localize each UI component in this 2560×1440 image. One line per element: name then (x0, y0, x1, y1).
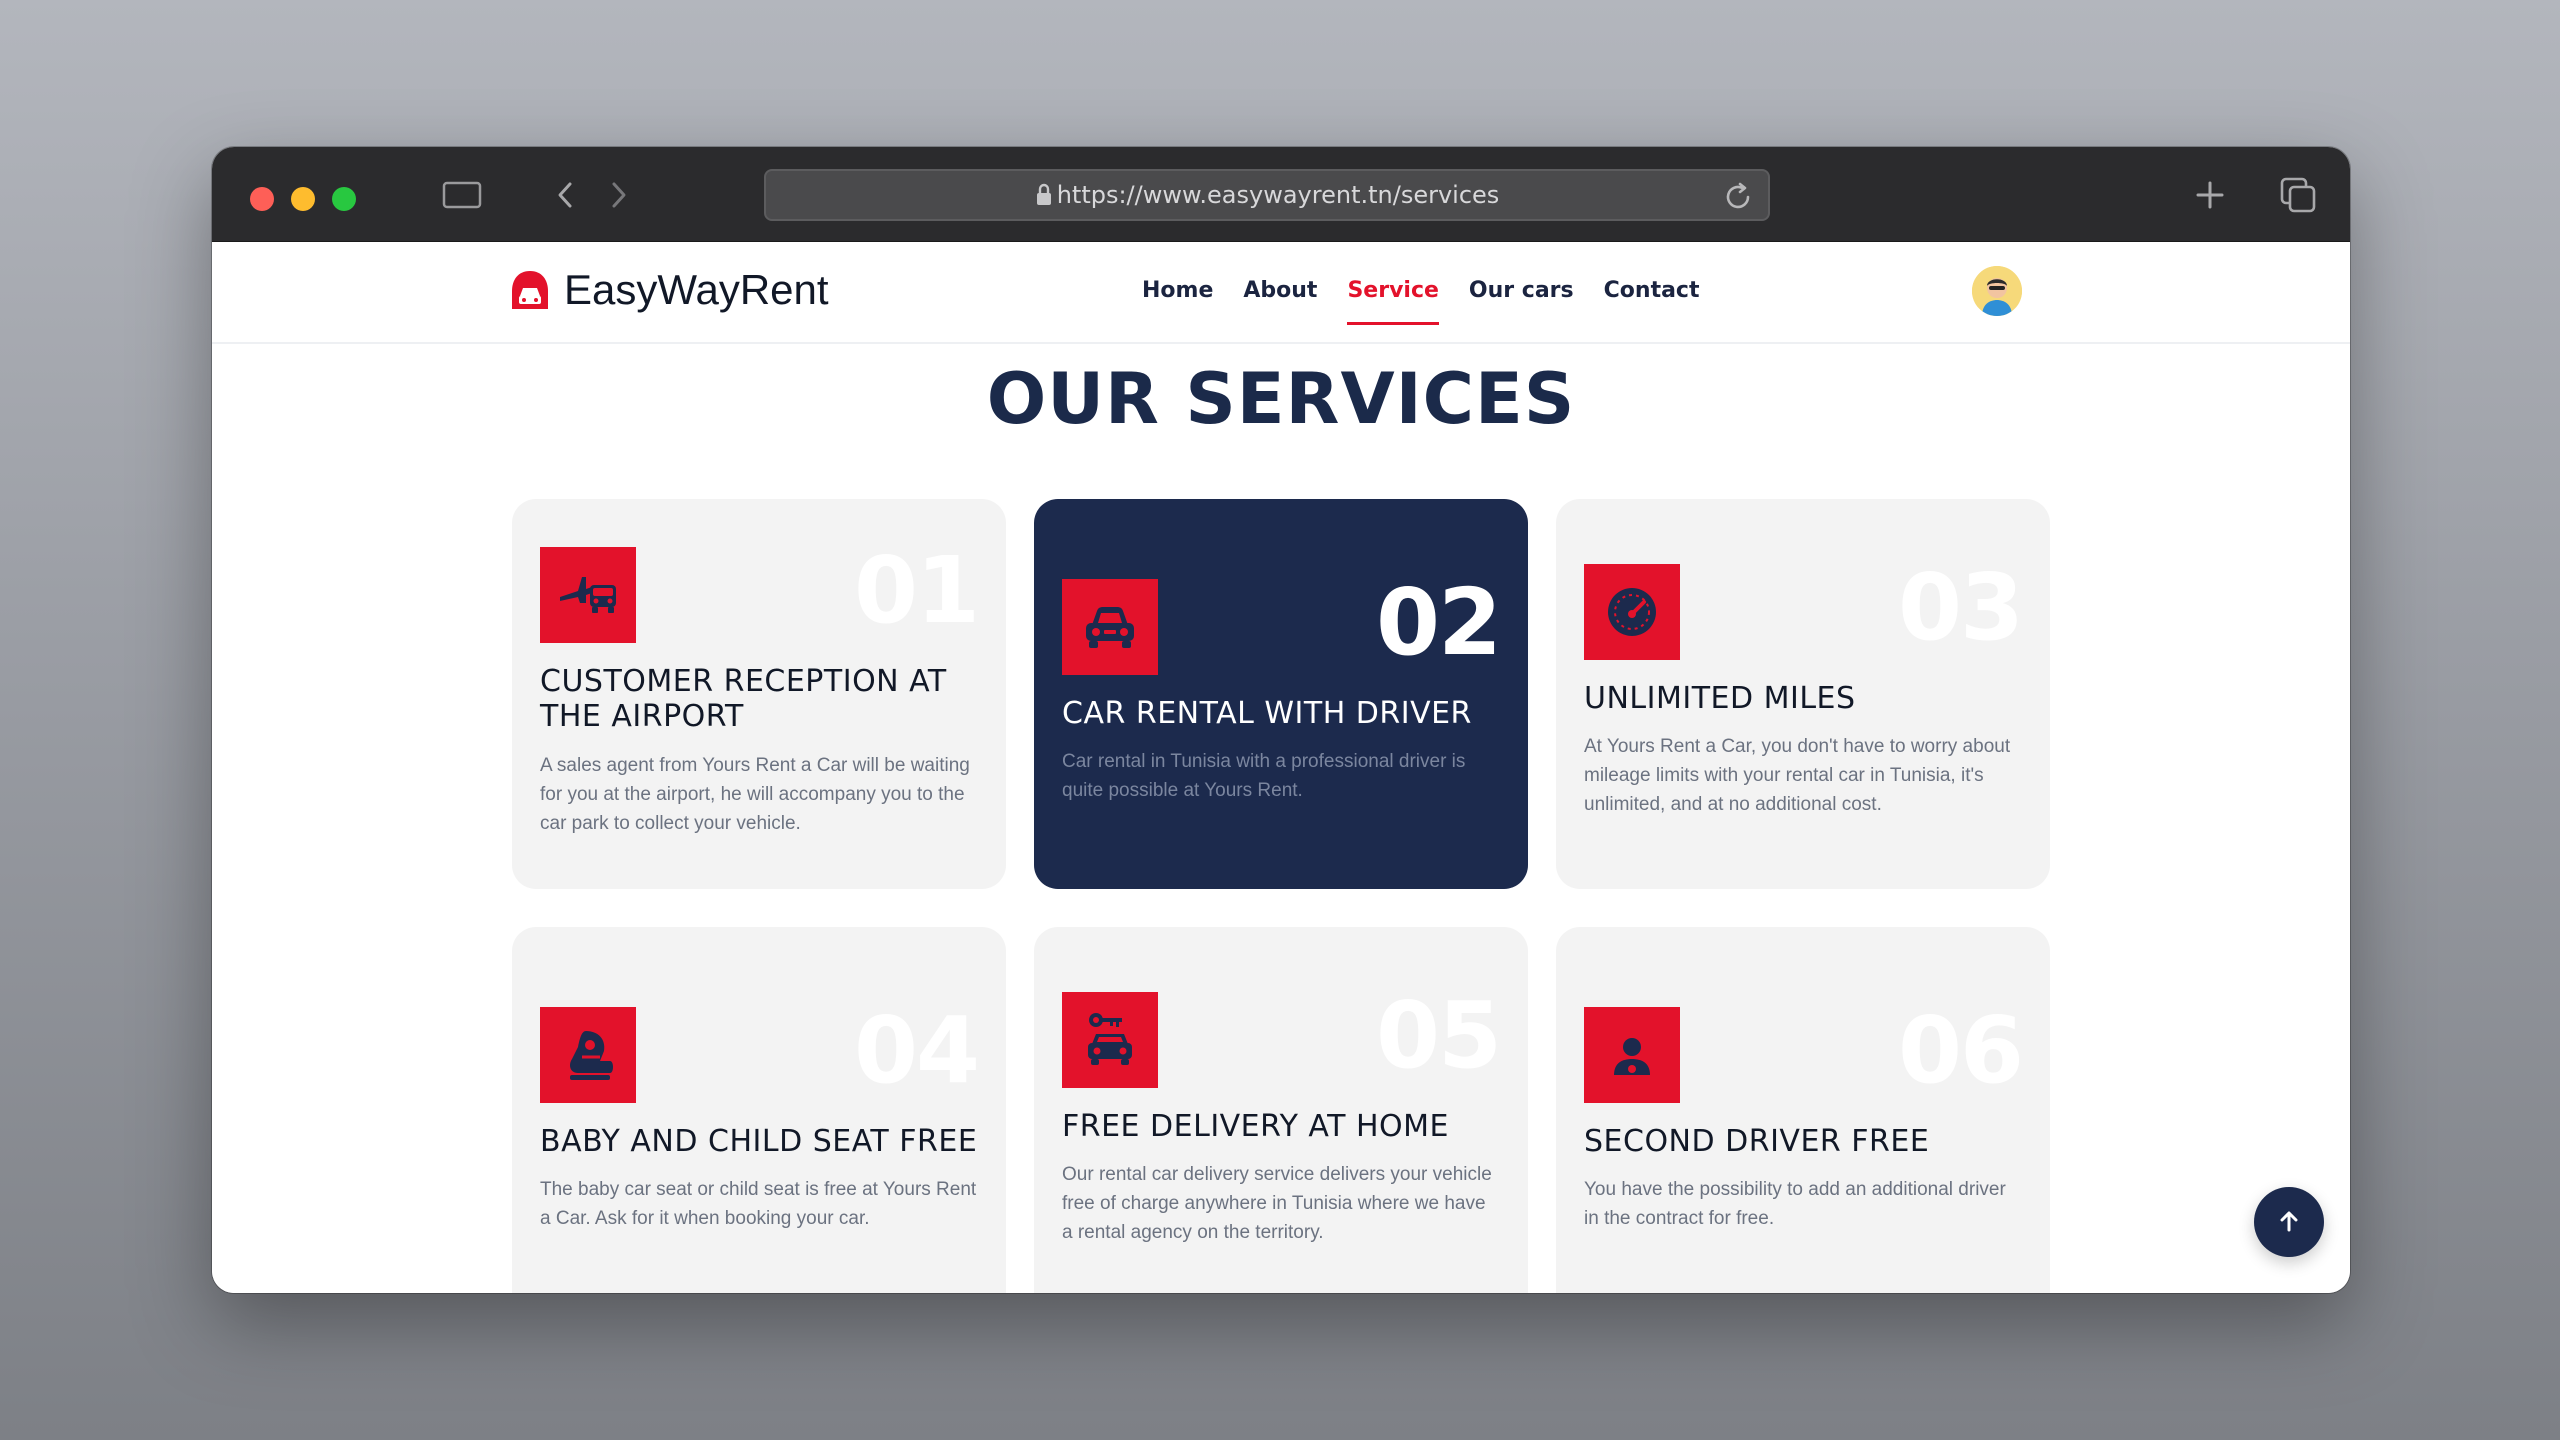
maximize-window-button[interactable] (332, 187, 356, 211)
service-description: You have the possibility to add an addit… (1584, 1179, 2006, 1229)
service-card-driver: 02 CAR RENTAL WITH DRIVER Car rental in … (1034, 499, 1528, 889)
lock-icon (1035, 183, 1053, 207)
nav-service[interactable]: Service (1347, 278, 1440, 325)
user-avatar[interactable] (1972, 266, 2022, 316)
service-card-delivery: 05 FREE DELIVERY AT HOME Our rental car … (1034, 927, 1528, 1293)
service-title: CUSTOMER RECEPTION AT THE AIRPORT (540, 664, 947, 734)
close-window-button[interactable] (250, 187, 274, 211)
tab-overview-icon[interactable] (2276, 175, 2320, 215)
minimize-window-button[interactable] (291, 187, 315, 211)
service-number: 02 (1375, 569, 1502, 676)
car-logo-icon (512, 271, 548, 309)
service-title: CAR RENTAL WITH DRIVER (1062, 696, 1472, 731)
airport-car-icon (540, 547, 636, 643)
service-number: 06 (1897, 997, 2024, 1104)
speedometer-icon (1584, 564, 1680, 660)
new-tab-plus-icon[interactable] (2190, 175, 2230, 215)
car-key-icon (1062, 992, 1158, 1088)
service-description: The baby car seat or child seat is free … (540, 1179, 977, 1229)
web-page: EasyWayRent Home About Service Our cars … (212, 242, 2350, 1293)
service-title: SECOND DRIVER FREE (1584, 1124, 1930, 1159)
service-description: Our rental car delivery service delivers… (1062, 1164, 1492, 1243)
nav-contact[interactable]: Contact (1604, 278, 1700, 323)
browser-titlebar: https://www.easywayrent.tn/services (212, 147, 2350, 242)
service-number: 05 (1375, 982, 1502, 1089)
address-url-text: https://www.easywayrent.tn/services (1056, 181, 1500, 209)
service-number: 04 (853, 997, 980, 1104)
brand-logo[interactable]: EasyWayRent (510, 266, 829, 314)
sidebar-toggle-icon[interactable] (440, 175, 484, 215)
nav-home[interactable]: Home (1142, 278, 1213, 323)
service-card-miles: 03 UNLIMITED MILES At Yours Rent a Car, … (1556, 499, 2050, 889)
back-arrow-icon[interactable] (550, 175, 580, 215)
service-description: At Yours Rent a Car, you don't have to w… (1584, 736, 2011, 815)
nav-about[interactable]: About (1243, 278, 1317, 323)
car-front-icon (1062, 579, 1158, 675)
services-heading: OUR SERVICES (986, 358, 1576, 440)
browser-window: https://www.easywayrent.tn/services Easy… (212, 147, 2350, 1293)
reload-icon[interactable] (1722, 181, 1754, 219)
main-nav: Home About Service Our cars Contact (1142, 278, 1700, 325)
service-number: 03 (1897, 554, 2024, 661)
forward-arrow-icon[interactable] (604, 175, 634, 215)
service-description: A sales agent from Yours Rent a Car will… (540, 755, 970, 834)
arrow-up-icon (2280, 1211, 2298, 1232)
address-bar[interactable]: https://www.easywayrent.tn/services (764, 169, 1770, 221)
scroll-to-top-button[interactable] (2254, 1187, 2324, 1257)
service-title: BABY AND CHILD SEAT FREE (540, 1124, 978, 1159)
service-number: 01 (853, 537, 980, 644)
service-title: UNLIMITED MILES (1584, 681, 1856, 716)
baby-seat-icon (540, 1007, 636, 1103)
driver-icon (1584, 1007, 1680, 1103)
service-card-airport: 01 CUSTOMER RECEPTION AT THE AIRPORT A s… (512, 499, 1006, 889)
nav-our-cars[interactable]: Our cars (1469, 278, 1574, 323)
service-card-baby-seat: 04 BABY AND CHILD SEAT FREE The baby car… (512, 927, 1006, 1293)
service-title: FREE DELIVERY AT HOME (1062, 1109, 1449, 1144)
service-description: Car rental in Tunisia with a professiona… (1062, 751, 1466, 801)
service-card-second-driver: 06 SECOND DRIVER FREE You have the possi… (1556, 927, 2050, 1293)
brand-name: EasyWayRent (564, 266, 829, 313)
site-navbar: EasyWayRent Home About Service Our cars … (212, 242, 2350, 344)
